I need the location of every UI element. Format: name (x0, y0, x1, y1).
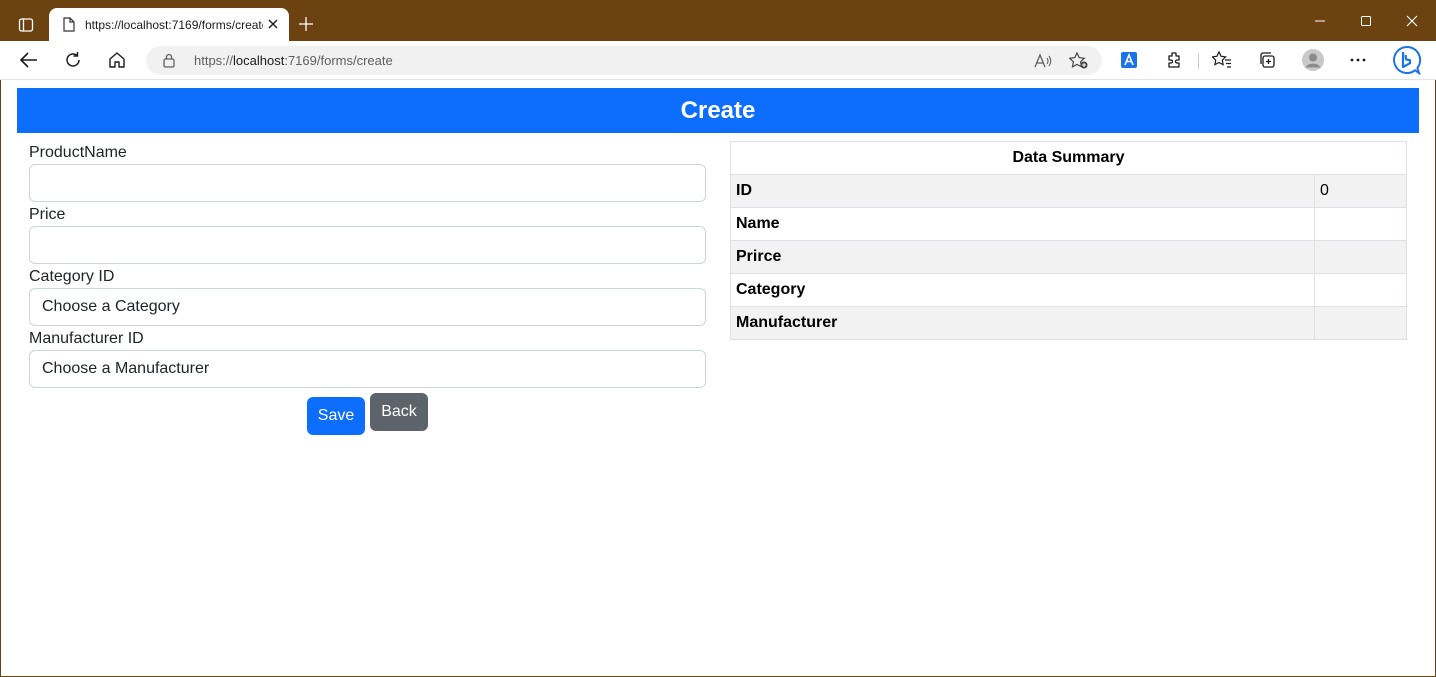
category-selected-value: Choose a Category (42, 298, 180, 315)
collections-icon[interactable] (1252, 46, 1282, 74)
price-label: Price (29, 206, 66, 223)
more-options-icon[interactable] (1343, 46, 1373, 74)
summary-value (1314, 273, 1407, 307)
close-window-icon[interactable] (1397, 8, 1427, 34)
product-name-label: ProductName (29, 144, 127, 161)
summary-key: Category (730, 273, 1315, 307)
back-button[interactable]: Back (370, 393, 428, 431)
table-row: Manufacturer (730, 306, 1407, 340)
browser-toolbar: https://localhost:7169/forms/create (0, 41, 1436, 80)
page-title: Create (17, 88, 1419, 133)
manufacturer-selected-value: Choose a Manufacturer (42, 360, 210, 377)
table-row: Prirce (730, 240, 1407, 274)
browser-tab[interactable]: https://localhost:7169/forms/create (49, 8, 289, 41)
manufacturer-select[interactable]: Choose a Manufacturer (29, 350, 706, 388)
summary-key: Prirce (730, 240, 1315, 274)
minimize-icon[interactable] (1305, 8, 1335, 34)
category-select[interactable]: Choose a Category (29, 288, 706, 326)
toolbar-separator (1198, 53, 1199, 69)
translator-icon[interactable] (1114, 46, 1144, 74)
home-icon[interactable] (102, 46, 132, 74)
address-bar[interactable]: https://localhost:7169/forms/create (146, 46, 1102, 75)
bing-chat-icon[interactable] (1391, 44, 1423, 76)
summary-value: 0 (1314, 174, 1407, 208)
read-aloud-icon[interactable] (1032, 50, 1054, 72)
product-name-input[interactable] (29, 164, 706, 202)
extensions-icon[interactable] (1159, 46, 1189, 74)
table-row: ID 0 (730, 174, 1407, 208)
category-label: Category ID (29, 268, 115, 285)
add-favorite-icon[interactable] (1068, 50, 1090, 72)
summary-value (1314, 306, 1407, 340)
summary-title: Data Summary (730, 141, 1407, 175)
new-tab-icon[interactable] (294, 12, 318, 36)
summary-value (1314, 207, 1407, 241)
summary-key: ID (730, 174, 1315, 208)
url-path: :7169/forms/create (284, 53, 393, 68)
close-tab-icon[interactable] (265, 16, 281, 32)
maximize-icon[interactable] (1351, 8, 1381, 34)
lock-icon[interactable] (162, 53, 176, 68)
save-button[interactable]: Save (307, 397, 365, 435)
title-bar: https://localhost:7169/forms/create (0, 0, 1436, 41)
profile-avatar[interactable] (1298, 46, 1328, 74)
create-form: ProductName Price Category ID Choose a C… (29, 142, 706, 390)
page-viewport: Create ProductName Price Category ID Cho… (1, 80, 1435, 676)
summary-key: Manufacturer (730, 306, 1315, 340)
favorites-icon[interactable] (1207, 46, 1237, 74)
manufacturer-label: Manufacturer ID (29, 330, 144, 347)
page-icon (61, 17, 77, 33)
price-input[interactable] (29, 226, 706, 264)
summary-key: Name (730, 207, 1315, 241)
data-summary-table: Data Summary ID 0 Name Prirce Category M… (730, 141, 1407, 340)
tab-title: https://localhost:7169/forms/create (85, 17, 263, 32)
tab-actions-icon[interactable] (12, 12, 40, 38)
url-host: localhost (233, 53, 285, 68)
url-text[interactable]: https://localhost:7169/forms/create (194, 53, 393, 68)
table-row: Category (730, 273, 1407, 307)
table-row: Name (730, 207, 1407, 241)
back-arrow-icon[interactable] (14, 46, 44, 74)
summary-value (1314, 240, 1407, 274)
url-scheme: https:// (194, 53, 234, 68)
refresh-icon[interactable] (58, 46, 88, 74)
